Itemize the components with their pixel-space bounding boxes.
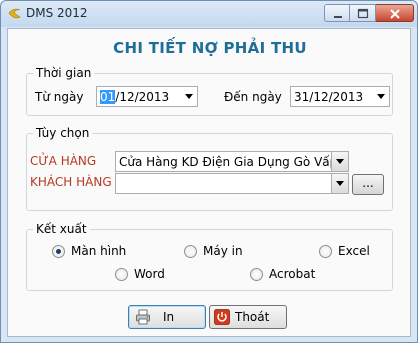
export-acrobat-label: Acrobat (269, 267, 316, 281)
from-date-day-selected: 01 (100, 90, 116, 104)
customer-label: KHÁCH HÀNG (30, 175, 112, 189)
browse-customer-button[interactable]: ... (352, 174, 384, 195)
export-acrobat-radio[interactable]: Acrobat (250, 267, 340, 283)
to-date-value: 31/12/2013 (294, 90, 364, 104)
options-group-legend: Tùy chọn (33, 126, 93, 140)
title-bar[interactable]: DMS 2012 (1, 1, 417, 27)
export-printer-radio[interactable]: Máy in (184, 244, 264, 260)
print-button-label: In (163, 310, 175, 324)
exit-button-label: Thoát (235, 310, 270, 324)
chevron-down-icon (336, 159, 344, 164)
radio-unchecked-icon (250, 268, 263, 281)
radio-unchecked-icon (184, 245, 197, 258)
from-date-label: Từ ngày (35, 90, 84, 104)
export-screen-label: Màn hình (71, 244, 127, 258)
dms-app-icon (8, 8, 21, 19)
chevron-down-icon (377, 94, 385, 99)
maximize-button[interactable] (350, 4, 376, 22)
radio-unchecked-icon (115, 268, 128, 281)
minimize-button[interactable] (324, 4, 350, 22)
export-excel-label: Excel (338, 244, 370, 258)
store-select[interactable]: Cửa Hàng KD Điện Gia Dụng Gò Vấp (115, 151, 349, 172)
store-label: CỬA HÀNG (30, 154, 97, 168)
export-screen-radio[interactable]: Màn hình (52, 244, 152, 260)
time-group-legend: Thời gian (33, 66, 95, 80)
customer-select[interactable] (115, 173, 349, 194)
export-printer-label: Máy in (203, 244, 243, 258)
export-group-legend: Kết xuất (33, 222, 90, 236)
page-title: CHI TIẾT NỢ PHẢI THU (113, 39, 307, 57)
power-icon (214, 309, 230, 325)
export-excel-radio[interactable]: Excel (319, 244, 389, 260)
minimize-icon (334, 16, 342, 18)
export-word-radio[interactable]: Word (115, 267, 195, 283)
from-date-picker[interactable]: 01/12/2013 (96, 86, 198, 107)
print-button[interactable]: In (128, 305, 206, 329)
browse-button-label: ... (362, 176, 374, 190)
window-title: DMS 2012 (26, 6, 88, 20)
chevron-down-icon (185, 94, 193, 99)
dialog-window: DMS 2012 CHI TIẾT NỢ PHẢI THU Thời gian … (0, 0, 418, 343)
radio-checked-icon (52, 245, 65, 258)
exit-button[interactable]: Thoát (209, 305, 287, 329)
radio-unchecked-icon (319, 245, 332, 258)
customer-dropdown-button[interactable] (331, 174, 348, 193)
time-group: Thời gian Từ ngày 01/12/2013 Đến ngày 31… (26, 66, 393, 116)
export-word-label: Word (134, 267, 165, 281)
export-group: Kết xuất Màn hình Máy in Excel Word Acro… (26, 222, 393, 291)
from-date-value: 01/12/2013 (100, 90, 169, 104)
to-date-label: Đến ngày (224, 90, 282, 104)
options-group: Tùy chọn CỬA HÀNG Cửa Hàng KD Điện Gia D… (26, 126, 393, 211)
store-value: Cửa Hàng KD Điện Gia Dụng Gò Vấp (119, 155, 338, 169)
store-dropdown-button[interactable] (331, 152, 348, 171)
printer-icon (136, 309, 150, 325)
close-icon (390, 9, 400, 19)
chevron-down-icon (336, 181, 344, 186)
from-date-rest: /12/2013 (115, 90, 170, 104)
maximize-icon (357, 8, 369, 19)
dialog-client: CHI TIẾT NỢ PHẢI THU Thời gian Từ ngày 0… (7, 28, 411, 337)
close-button[interactable] (376, 4, 414, 22)
to-date-picker[interactable]: 31/12/2013 (290, 86, 390, 107)
